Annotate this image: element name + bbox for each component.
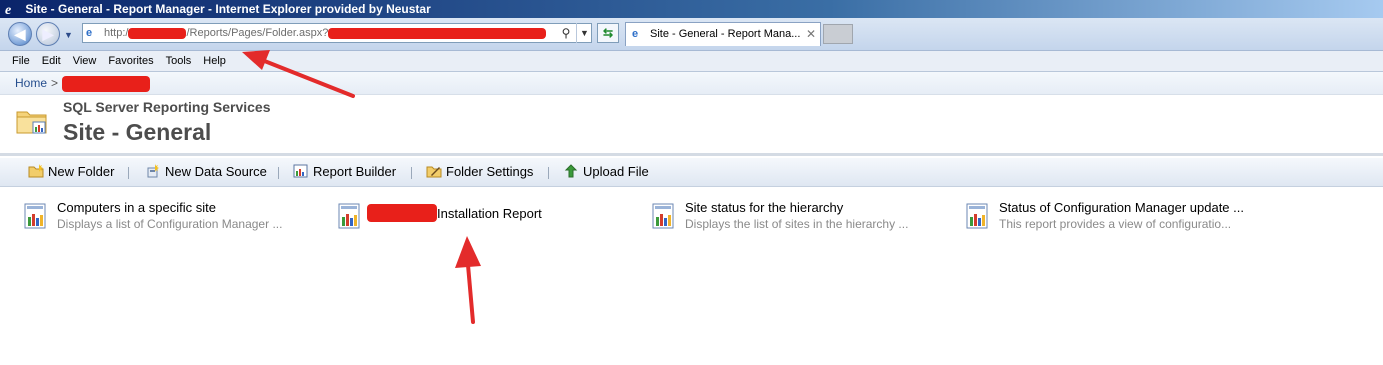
arrow-head-address — [242, 50, 270, 70]
annotation-arrows — [242, 50, 481, 324]
arrow-to-installation-report — [466, 263, 475, 324]
arrow-to-address-bar — [260, 58, 355, 98]
arrow-head-report — [455, 236, 481, 268]
